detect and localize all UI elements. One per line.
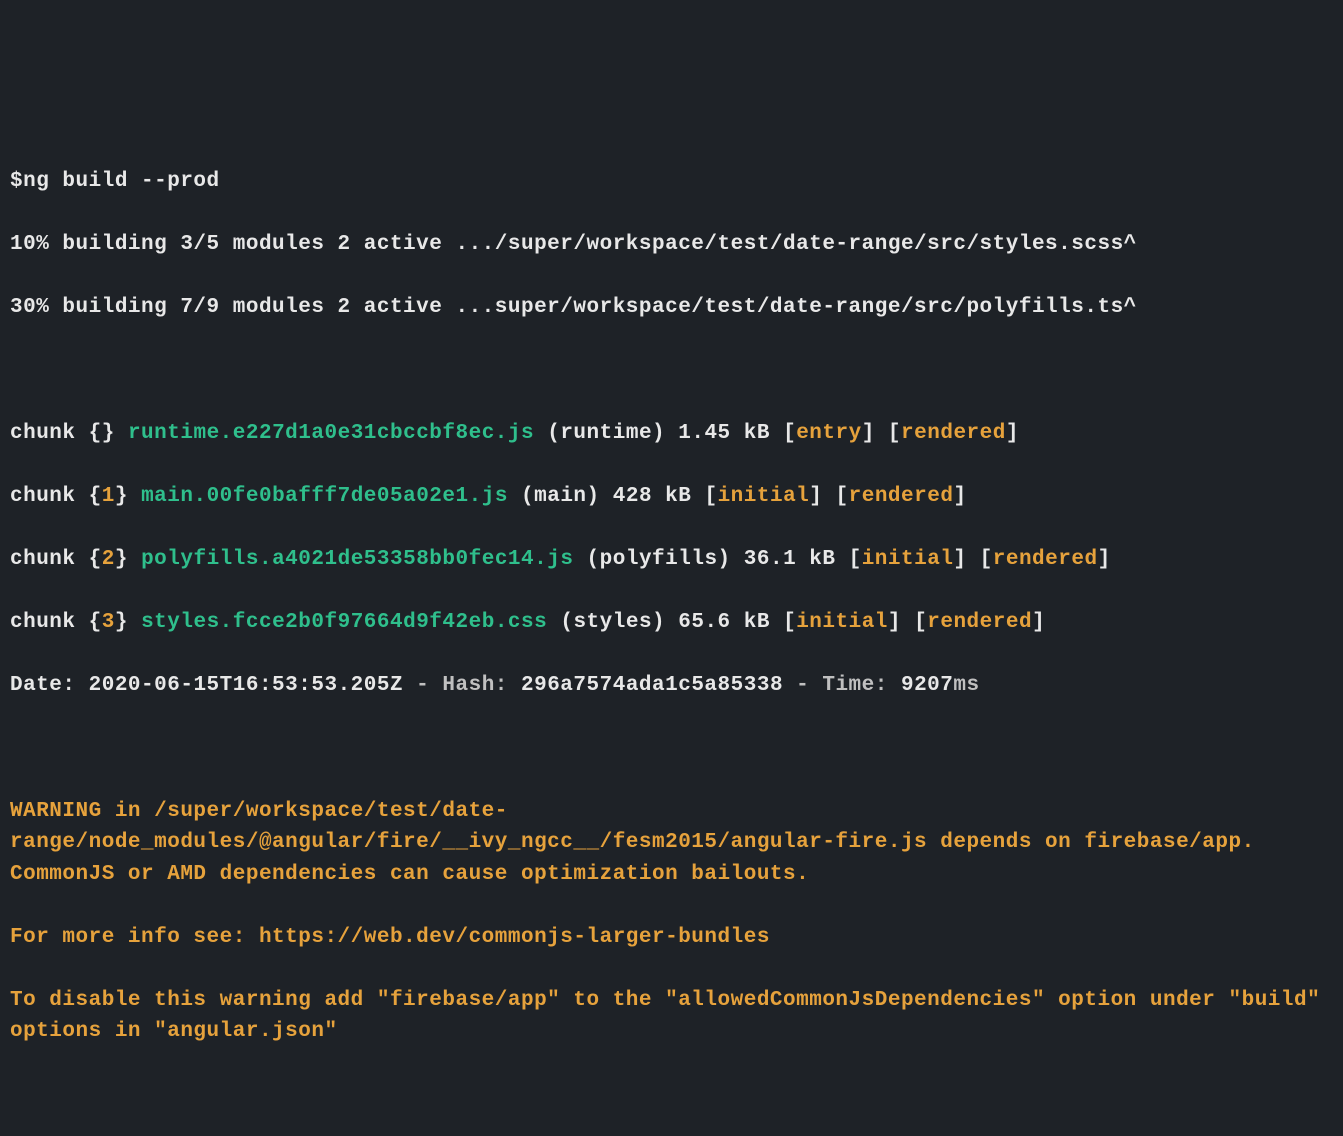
chunk-file: styles.fcce2b0f97664d9f42eb.css xyxy=(141,611,547,634)
chunk-flag: initial xyxy=(862,548,954,571)
bracket-open: [ xyxy=(783,422,796,445)
chunk-meta: (main) 428 kB xyxy=(508,485,705,508)
brace-close: } xyxy=(115,611,128,634)
command-text: $ng build --prod xyxy=(10,170,220,193)
chunk-flag: entry xyxy=(796,422,862,445)
chunk-file: runtime.e227d1a0e31cbccbf8ec.js xyxy=(128,422,534,445)
brace-close: } xyxy=(115,485,128,508)
command-line: $ng build --prod xyxy=(10,166,1333,198)
chunk-line: chunk {2} polyfills.a4021de53358bb0fec14… xyxy=(10,544,1333,576)
space xyxy=(115,422,128,445)
warning-line: For more info see: https://web.dev/commo… xyxy=(10,922,1333,954)
chunk-line: chunk {3} styles.fcce2b0f97664d9f42eb.cs… xyxy=(10,607,1333,639)
progress-line: 10% building 3/5 modules 2 active .../su… xyxy=(10,229,1333,261)
chunk-prefix: chunk xyxy=(10,548,89,571)
brace-open: { xyxy=(89,422,102,445)
warning-text: To disable this warning add "firebase/ap… xyxy=(10,989,1333,1044)
chunk-prefix: chunk xyxy=(10,422,89,445)
bracket-open: [ xyxy=(836,485,849,508)
chunk-line: chunk {} runtime.e227d1a0e31cbccbf8ec.js… xyxy=(10,418,1333,450)
chunk-flag: rendered xyxy=(901,422,1006,445)
warning-text: WARNING in /super/workspace/test/date-ra… xyxy=(10,800,1268,886)
bracket-close: ] xyxy=(809,485,822,508)
blank-line xyxy=(10,733,1333,765)
time-value: 9207 xyxy=(901,674,953,697)
warning-line: WARNING in /super/workspace/test/date-ra… xyxy=(10,796,1333,891)
bracket-close: ] xyxy=(1098,548,1111,571)
chunk-flag: rendered xyxy=(993,548,1098,571)
brace-open: { xyxy=(89,611,102,634)
date-value: 2020-06-15T16:53:53.205Z xyxy=(89,674,403,697)
space xyxy=(901,611,914,634)
time-label: - Time: xyxy=(783,674,901,697)
time-unit: ms xyxy=(953,674,979,697)
chunk-meta: (styles) 65.6 kB xyxy=(547,611,783,634)
chunk-prefix: chunk xyxy=(10,611,89,634)
bracket-close: ] xyxy=(1032,611,1045,634)
bracket-open: [ xyxy=(888,422,901,445)
bracket-close: ] xyxy=(953,548,966,571)
bracket-open: [ xyxy=(980,548,993,571)
space xyxy=(128,611,141,634)
chunk-file: polyfills.a4021de53358bb0fec14.js xyxy=(141,548,573,571)
bracket-close: ] xyxy=(862,422,875,445)
warning-text: For more info see: https://web.dev/commo… xyxy=(10,926,770,949)
chunk-index: 3 xyxy=(102,611,115,634)
terminal-output: $ng build --prod 10% building 3/5 module… xyxy=(10,134,1333,1079)
bracket-close: ] xyxy=(888,611,901,634)
bracket-open: [ xyxy=(783,611,796,634)
chunk-flag: initial xyxy=(796,611,888,634)
brace-open: { xyxy=(89,485,102,508)
bracket-open: [ xyxy=(704,485,717,508)
space xyxy=(875,422,888,445)
chunk-file: main.00fe0bafff7de05a02e1.js xyxy=(141,485,508,508)
brace-open: { xyxy=(89,548,102,571)
chunk-meta: (runtime) 1.45 kB xyxy=(534,422,783,445)
chunk-index: 2 xyxy=(102,548,115,571)
chunk-flag: rendered xyxy=(849,485,954,508)
brace-close: } xyxy=(115,548,128,571)
space xyxy=(967,548,980,571)
space xyxy=(128,485,141,508)
space xyxy=(822,485,835,508)
chunk-flag: rendered xyxy=(927,611,1032,634)
chunk-flag: initial xyxy=(718,485,810,508)
chunk-prefix: chunk xyxy=(10,485,89,508)
progress-line: 30% building 7/9 modules 2 active ...sup… xyxy=(10,292,1333,324)
progress-text: 30% building 7/9 modules 2 active ...sup… xyxy=(10,296,1137,319)
chunk-index: 1 xyxy=(102,485,115,508)
bracket-close: ] xyxy=(1006,422,1019,445)
chunk-meta: (polyfills) 36.1 kB xyxy=(573,548,848,571)
brace-close: } xyxy=(102,422,115,445)
bracket-open: [ xyxy=(849,548,862,571)
warning-line: To disable this warning add "firebase/ap… xyxy=(10,985,1333,1048)
hash-value: 296a7574ada1c5a85338 xyxy=(521,674,783,697)
date-label: Date: xyxy=(10,674,89,697)
bracket-close: ] xyxy=(953,485,966,508)
summary-line: Date: 2020-06-15T16:53:53.205Z - Hash: 2… xyxy=(10,670,1333,702)
progress-text: 10% building 3/5 modules 2 active .../su… xyxy=(10,233,1137,256)
blank-line xyxy=(10,355,1333,387)
hash-label: - Hash: xyxy=(403,674,521,697)
chunk-line: chunk {1} main.00fe0bafff7de05a02e1.js (… xyxy=(10,481,1333,513)
space xyxy=(128,548,141,571)
bracket-open: [ xyxy=(914,611,927,634)
